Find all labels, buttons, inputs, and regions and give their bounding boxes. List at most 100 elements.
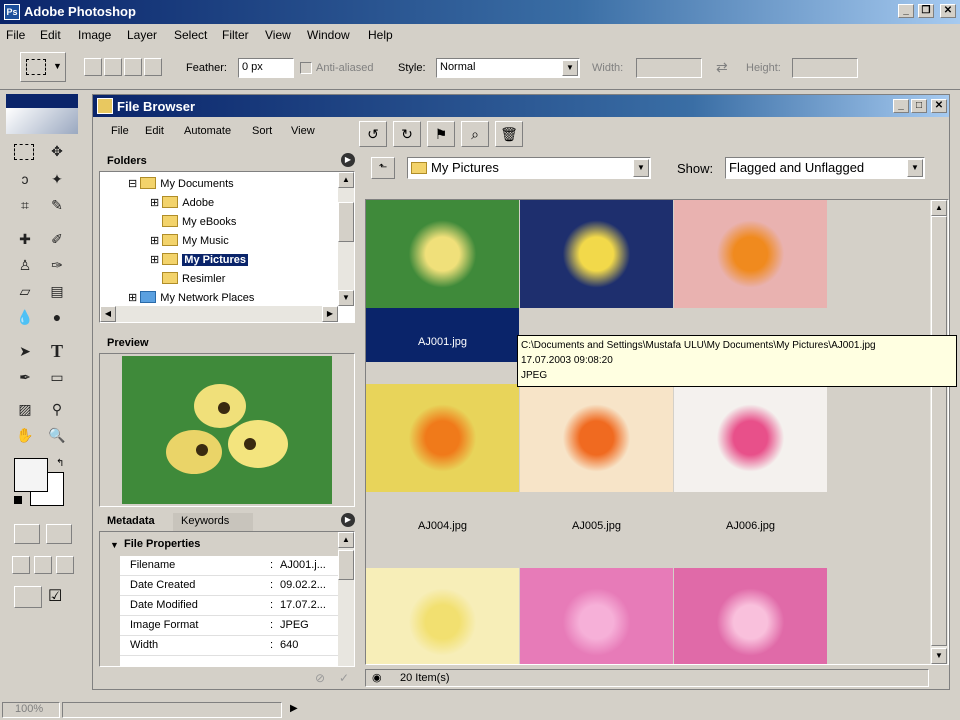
thumbnail-item[interactable]: AJ005.jpg [520,362,673,546]
fb-maximize-button[interactable]: □ [911,99,927,113]
scroll-up-icon[interactable]: ▲ [338,532,354,548]
scroll-thumb[interactable] [338,202,354,242]
scroll-left-icon[interactable]: ◀ [100,306,116,322]
marquee-tool-icon[interactable] [14,144,34,160]
thumbnail-image[interactable] [366,384,519,492]
subtract-selection-button[interactable] [124,58,142,76]
hand-tool-icon[interactable]: ✋ [14,424,36,446]
metadata-tab[interactable]: Metadata [99,513,173,531]
fb-minimize-button[interactable]: _ [893,99,909,113]
new-selection-button[interactable] [84,58,102,76]
clone-stamp-tool-icon[interactable]: ♙ [14,254,36,276]
trash-icon[interactable]: 🗑 [495,121,523,147]
menu-file[interactable]: File [6,28,25,42]
antialias-checkbox[interactable] [300,62,312,74]
scroll-thumb[interactable] [338,550,354,580]
feather-input[interactable]: 0 px [238,58,294,78]
dodge-tool-icon[interactable]: ● [46,306,68,328]
foreground-color-swatch[interactable] [14,458,48,492]
menu-image[interactable]: Image [78,28,111,42]
location-select[interactable]: My Pictures ▼ [407,157,651,179]
tree-item-my-documents[interactable]: ⊟ My Documents [128,177,234,190]
thumbnail-item[interactable] [366,546,519,664]
pen-tool-icon[interactable]: ✒ [14,366,36,388]
scroll-down-icon[interactable]: ▼ [338,290,354,306]
thumbnail-item[interactable] [674,546,827,664]
preview-tab[interactable]: Preview [99,335,169,353]
folders-tab[interactable]: Folders [99,153,219,171]
eye-icon[interactable]: ◉ [372,671,382,684]
notes-tool-icon[interactable]: ▨ [14,398,36,420]
folders-panel-menu-icon[interactable]: ▶ [341,153,355,167]
screen-mode-full-menu-button[interactable] [34,556,52,574]
fb-menu-edit[interactable]: Edit [145,125,164,137]
menu-view[interactable]: View [265,28,291,42]
scroll-down-icon[interactable]: ▼ [931,648,947,664]
thumbnail-image[interactable] [674,200,827,308]
thumbnail-item[interactable] [520,546,673,664]
healing-brush-tool-icon[interactable]: ✚ [14,228,36,250]
height-input[interactable] [792,58,858,78]
metadata-panel-menu-icon[interactable]: ▶ [341,513,355,527]
zoom-tool-icon[interactable]: 🔍 [46,424,68,446]
slice-tool-icon[interactable]: ✎ [46,194,68,216]
fb-menu-automate[interactable]: Automate [184,125,231,137]
show-filter-select[interactable]: Flagged and Unflagged ▼ [725,157,925,179]
style-select[interactable]: Normal ▼ [436,58,580,78]
fb-menu-view[interactable]: View [291,125,315,137]
scroll-up-icon[interactable]: ▲ [338,172,354,188]
thumbnail-image[interactable] [520,568,673,664]
thumbnail-image[interactable] [674,568,827,664]
restore-button[interactable]: ❐ [918,4,934,18]
eyedropper-tool-icon[interactable]: ⚲ [46,398,68,420]
play-icon[interactable]: ▶ [290,703,298,714]
eraser-tool-icon[interactable]: ▱ [14,280,36,302]
rotate-ccw-icon[interactable]: ↺ [359,121,387,147]
metadata-apply-icon[interactable]: ✓ [339,671,349,685]
width-input[interactable] [636,58,702,78]
tree-item-my-ebooks[interactable]: My eBooks [162,215,236,228]
shape-tool-icon[interactable]: ▭ [46,366,68,388]
thumbnail-vscrollbar[interactable]: ▲ ▼ [930,200,948,664]
tree-item-adobe[interactable]: ⊞ Adobe [150,196,214,209]
disclosure-triangle-icon[interactable]: ▼ [110,540,119,550]
menu-help[interactable]: Help [368,28,393,42]
zoom-level[interactable]: 100% [2,702,60,718]
screen-mode-full-button[interactable] [56,556,74,574]
fb-menu-sort[interactable]: Sort [252,125,272,137]
up-folder-icon[interactable]: ⬑ [371,157,395,179]
menu-layer[interactable]: Layer [127,28,157,42]
rotate-cw-icon[interactable]: ↻ [393,121,421,147]
default-colors-icon[interactable] [14,496,22,504]
swap-icon[interactable]: ⇄ [716,59,728,76]
swap-colors-icon[interactable]: ↰ [56,458,64,469]
lasso-tool-icon[interactable]: ↄ [14,168,36,190]
menu-select[interactable]: Select [174,28,207,42]
metadata-vscrollbar[interactable]: ▲ [338,532,354,666]
quick-mask-button[interactable] [46,524,72,544]
thumbnail-image[interactable] [520,384,673,492]
gradient-tool-icon[interactable]: ▤ [46,280,68,302]
thumbnail-item[interactable]: AJ004.jpg [366,362,519,546]
tree-item-my-network-places[interactable]: ⊞ My Network Places [128,291,254,304]
menu-filter[interactable]: Filter [222,28,249,42]
magic-wand-tool-icon[interactable]: ✦ [46,168,68,190]
metadata-cancel-icon[interactable]: ⊘ [315,671,325,685]
thumbnail-item[interactable]: AJ006.jpg [674,362,827,546]
add-selection-button[interactable] [104,58,122,76]
folders-vscrollbar[interactable]: ▲ ▼ [338,172,354,306]
tree-item-my-music[interactable]: ⊞ My Music [150,234,229,247]
scroll-right-icon[interactable]: ▶ [322,306,338,322]
thumbnail-item[interactable]: AJ001.jpg [366,200,519,362]
history-brush-tool-icon[interactable]: ✑ [46,254,68,276]
search-icon[interactable]: ⌕ [461,121,489,147]
folders-hscrollbar[interactable]: ◀ ▶ [100,306,338,322]
brush-tool-icon[interactable]: ✐ [46,228,68,250]
intersect-selection-button[interactable] [144,58,162,76]
minimize-button[interactable]: _ [898,4,914,18]
jump-to-imageready-button[interactable] [14,586,42,608]
type-tool-icon[interactable]: T [46,340,68,362]
fb-menu-file[interactable]: File [111,125,129,137]
thumbnail-image[interactable] [366,200,519,308]
path-selection-tool-icon[interactable]: ➤ [14,340,36,362]
